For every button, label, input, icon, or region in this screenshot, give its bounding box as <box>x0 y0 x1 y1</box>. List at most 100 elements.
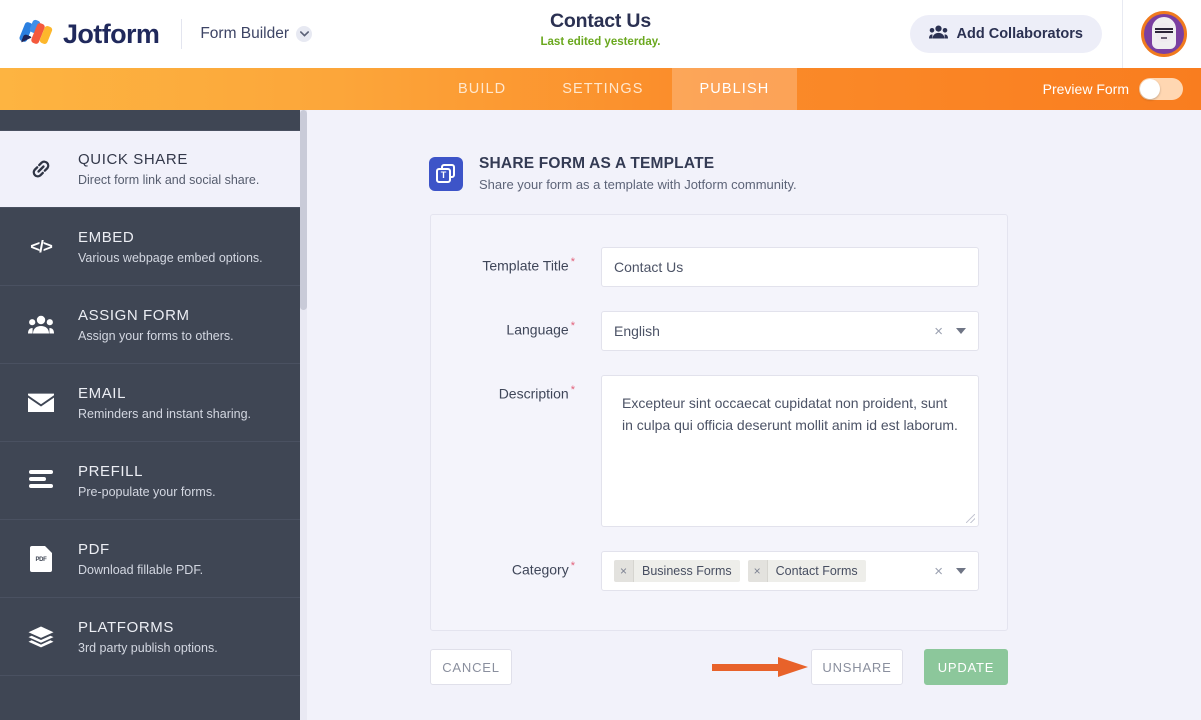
sidebar-item-title: PREFILL <box>78 463 216 480</box>
label-text: Category <box>512 562 569 578</box>
sidebar-item-desc: Download fillable PDF. <box>78 563 203 577</box>
people-icon <box>26 315 56 334</box>
chevron-down-icon[interactable] <box>956 328 966 334</box>
sidebar-item-text: PLATFORMS 3rd party publish options. <box>78 619 218 655</box>
jotform-logo-icon <box>20 19 54 49</box>
preview-form-toggle[interactable]: Preview Form <box>1043 68 1183 110</box>
cancel-button[interactable]: CANCEL <box>430 649 512 685</box>
link-icon <box>26 156 56 182</box>
sidebar-scrollbar[interactable] <box>300 110 307 720</box>
template-title-label: Template Title* <box>461 247 601 274</box>
required-asterisk: * <box>571 320 575 332</box>
label-text: Description <box>499 386 569 402</box>
sidebar-item-assign-form[interactable]: ASSIGN FORM Assign your forms to others. <box>0 286 300 364</box>
category-tag[interactable]: × Business Forms <box>614 560 740 582</box>
sidebar-item-title: PLATFORMS <box>78 619 218 636</box>
tag-label: Business Forms <box>634 560 740 582</box>
template-title-control: Contact Us <box>601 247 979 287</box>
select-adornments: × <box>934 564 966 579</box>
avatar-mouth <box>1161 37 1167 39</box>
sidebar-item-title: EMBED <box>78 229 263 246</box>
top-bar-divider <box>1122 0 1123 68</box>
toggle-knob <box>1140 79 1160 99</box>
form-builder-menu[interactable]: Form Builder <box>200 25 312 43</box>
brand-name: Jotform <box>63 19 159 50</box>
panel-header: T SHARE FORM AS A TEMPLATE Share your fo… <box>429 155 1201 192</box>
unshare-button[interactable]: UNSHARE <box>811 649 903 685</box>
share-template-form-card: Template Title* Contact Us Language* Eng… <box>430 214 1008 631</box>
resize-handle[interactable] <box>966 514 975 523</box>
sidebar-item-desc: Various webpage embed options. <box>78 251 263 265</box>
field-description: Description* Excepteur sint occaecat cup… <box>461 375 977 527</box>
category-control: × Business Forms × Contact Forms × <box>601 551 979 591</box>
category-label: Category* <box>461 551 601 578</box>
template-title-input[interactable]: Contact Us <box>601 247 979 287</box>
sidebar-item-quick-share[interactable]: QUICK SHARE Direct form link and social … <box>0 130 300 208</box>
top-bar: Jotform Form Builder Contact Us Last edi… <box>0 0 1201 68</box>
sidebar-item-text: EMBED Various webpage embed options. <box>78 229 263 265</box>
required-asterisk: * <box>571 256 575 268</box>
sidebar-item-text: PREFILL Pre-populate your forms. <box>78 463 216 499</box>
avatar-glasses <box>1155 28 1173 33</box>
layers-icon <box>26 626 56 648</box>
preview-form-label: Preview Form <box>1043 81 1129 97</box>
sidebar-item-desc: Assign your forms to others. <box>78 329 234 343</box>
sidebar-item-email[interactable]: EMAIL Reminders and instant sharing. <box>0 364 300 442</box>
main-content: T SHARE FORM AS A TEMPLATE Share your fo… <box>307 110 1201 720</box>
tab-publish[interactable]: PUBLISH <box>672 68 798 110</box>
annotation-arrow-icon <box>712 661 808 673</box>
clear-icon[interactable]: × <box>934 324 943 339</box>
sidebar-item-title: ASSIGN FORM <box>78 307 234 324</box>
template-icon: T <box>429 157 463 191</box>
sidebar-item-desc: Reminders and instant sharing. <box>78 407 251 421</box>
nav-tabs: BUILD SETTINGS PUBLISH <box>430 68 797 110</box>
sidebar-item-text: ASSIGN FORM Assign your forms to others. <box>78 307 234 343</box>
panel-title: SHARE FORM AS A TEMPLATE <box>479 155 797 173</box>
top-bar-right: Add Collaborators <box>910 0 1201 68</box>
lines-icon <box>26 470 56 491</box>
field-template-title: Template Title* Contact Us <box>461 247 977 287</box>
required-asterisk: * <box>571 384 575 396</box>
avatar[interactable] <box>1141 11 1187 57</box>
brand-divider <box>181 19 182 49</box>
sidebar-item-desc: Direct form link and social share. <box>78 173 259 187</box>
category-multiselect[interactable]: × Business Forms × Contact Forms × <box>601 551 979 591</box>
language-select[interactable]: English × <box>601 311 979 351</box>
category-tag[interactable]: × Contact Forms <box>748 560 866 582</box>
sidebar-item-pdf[interactable]: PDF PDF Download fillable PDF. <box>0 520 300 598</box>
app-root: Jotform Form Builder Contact Us Last edi… <box>0 0 1201 720</box>
panel-subtitle: Share your form as a template with Jotfo… <box>479 177 797 192</box>
sidebar-item-embed[interactable]: </> EMBED Various webpage embed options. <box>0 208 300 286</box>
tab-settings[interactable]: SETTINGS <box>534 68 671 110</box>
label-text: Template Title <box>482 258 568 274</box>
description-textarea[interactable]: Excepteur sint occaecat cupidatat non pr… <box>601 375 979 527</box>
sidebar-item-platforms[interactable]: PLATFORMS 3rd party publish options. <box>0 598 300 676</box>
sidebar-item-prefill[interactable]: PREFILL Pre-populate your forms. <box>0 442 300 520</box>
tag-remove-icon[interactable]: × <box>614 560 634 582</box>
label-text: Language <box>506 322 568 338</box>
description-label: Description* <box>461 375 601 402</box>
toggle-switch[interactable] <box>1139 78 1183 100</box>
envelope-icon <box>26 393 56 413</box>
description-control: Excepteur sint occaecat cupidatat non pr… <box>601 375 979 527</box>
language-control: English × <box>601 311 979 351</box>
add-collaborators-label: Add Collaborators <box>957 26 1083 42</box>
description-text: Excepteur sint occaecat cupidatat non pr… <box>622 395 958 433</box>
chevron-down-icon <box>296 26 312 42</box>
panel-header-text: SHARE FORM AS A TEMPLATE Share your form… <box>479 155 797 192</box>
update-button[interactable]: UPDATE <box>924 649 1008 685</box>
sidebar-item-text: EMAIL Reminders and instant sharing. <box>78 385 251 421</box>
brand[interactable]: Jotform Form Builder <box>0 19 312 50</box>
clear-icon[interactable]: × <box>934 564 943 579</box>
tab-build[interactable]: BUILD <box>430 68 534 110</box>
language-label: Language* <box>461 311 601 338</box>
category-tags: × Business Forms × Contact Forms <box>614 560 866 582</box>
form-actions: CANCEL UNSHARE UPDATE <box>430 649 1008 685</box>
chevron-down-icon[interactable] <box>956 568 966 574</box>
sidebar-item-desc: Pre-populate your forms. <box>78 485 216 499</box>
add-collaborators-button[interactable]: Add Collaborators <box>910 15 1102 53</box>
scrollbar-thumb[interactable] <box>300 110 307 310</box>
tag-remove-icon[interactable]: × <box>748 560 768 582</box>
tag-label: Contact Forms <box>768 560 866 582</box>
people-icon <box>929 25 948 43</box>
